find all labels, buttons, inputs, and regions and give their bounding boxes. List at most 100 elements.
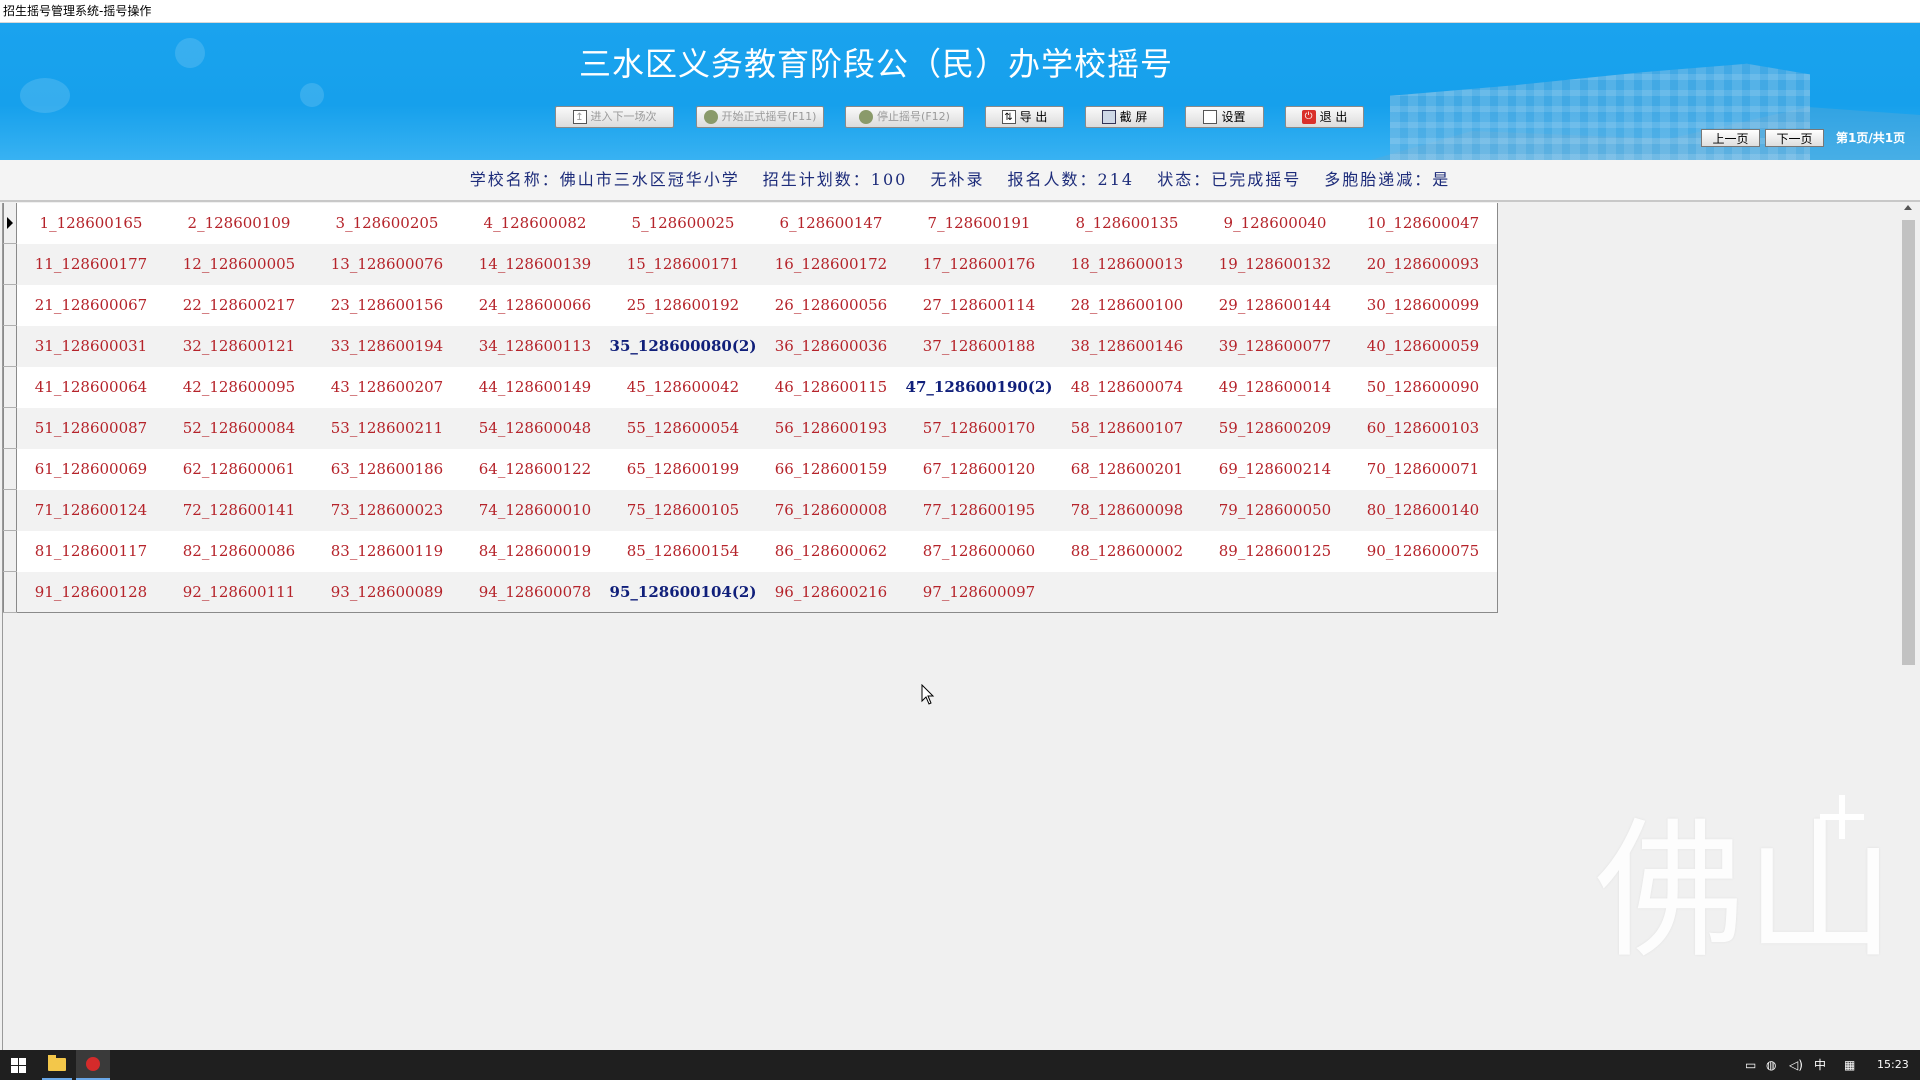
grid-cell[interactable]: 67_128600120	[905, 448, 1053, 490]
grid-cell[interactable]: 88_128600002	[1053, 530, 1201, 572]
grid-cell[interactable]: 87_128600060	[905, 530, 1053, 572]
vertical-scrollbar[interactable]	[1900, 203, 1917, 1050]
windows-start-button[interactable]	[0, 1050, 36, 1080]
row-header[interactable]	[3, 243, 17, 285]
grid-cell[interactable]	[1201, 571, 1349, 613]
grid-cell[interactable]: 16_128600172	[757, 243, 905, 285]
grid-cell[interactable]: 20_128600093	[1349, 243, 1498, 285]
grid-cell[interactable]: 39_128600077	[1201, 325, 1349, 367]
grid-cell[interactable]: 40_128600059	[1349, 325, 1498, 367]
row-header[interactable]	[3, 448, 17, 490]
grid-cell[interactable]: 58_128600107	[1053, 407, 1201, 449]
grid-cell[interactable]: 73_128600023	[313, 489, 461, 531]
grid-cell[interactable]: 17_128600176	[905, 243, 1053, 285]
grid-cell[interactable]: 53_128600211	[313, 407, 461, 449]
grid-cell[interactable]: 62_128600061	[165, 448, 313, 490]
grid-cell[interactable]: 95_128600104(2)	[609, 571, 757, 613]
grid-cell[interactable]: 92_128600111	[165, 571, 313, 613]
grid-cell[interactable]: 43_128600207	[313, 366, 461, 408]
grid-cell[interactable]: 25_128600192	[609, 284, 757, 326]
grid-cell[interactable]: 64_128600122	[461, 448, 609, 490]
table-row[interactable]: 61_128600069 62_128600061 63_128600186 64_1…	[3, 448, 1498, 490]
grid-cell[interactable]: 90_128600075	[1349, 530, 1498, 572]
table-row[interactable]: 11_128600177 12_128600005 13_128600076 14_1…	[3, 243, 1498, 285]
grid-cell[interactable]: 22_128600217	[165, 284, 313, 326]
grid-cell[interactable]: 1_128600165	[16, 203, 165, 244]
grid-cell[interactable]: 2_128600109	[165, 203, 313, 244]
table-row[interactable]: 31_128600031 32_128600121 33_128600194 34_1…	[3, 325, 1498, 367]
grid-cell[interactable]: 28_128600100	[1053, 284, 1201, 326]
grid-cell[interactable]: 27_128600114	[905, 284, 1053, 326]
row-header[interactable]	[3, 407, 17, 449]
grid-cell[interactable]: 12_128600005	[165, 243, 313, 285]
grid-cell[interactable]: 50_128600090	[1349, 366, 1498, 408]
grid-cell[interactable]: 69_128600214	[1201, 448, 1349, 490]
table-row[interactable]: 1_128600165 2_128600109 3_128600205 4_12860…	[3, 203, 1498, 244]
grid-cell[interactable]: 71_128600124	[16, 489, 165, 531]
grid-cell[interactable]: 52_128600084	[165, 407, 313, 449]
row-header[interactable]	[3, 284, 17, 326]
grid-cell[interactable]: 79_128600050	[1201, 489, 1349, 531]
table-row[interactable]: 71_128600124 72_128600141 73_128600023 74_1…	[3, 489, 1498, 531]
grid-cell[interactable]: 36_128600036	[757, 325, 905, 367]
battery-icon[interactable]: ▭	[1745, 1050, 1756, 1080]
grid-cell[interactable]: 65_128600199	[609, 448, 757, 490]
grid-cell[interactable]: 59_128600209	[1201, 407, 1349, 449]
scroll-up-icon[interactable]	[1904, 205, 1912, 210]
settings-button[interactable]: 设置	[1185, 106, 1264, 128]
grid-cell[interactable]: 83_128600119	[313, 530, 461, 572]
grid-cell[interactable]: 76_128600008	[757, 489, 905, 531]
grid-cell[interactable]: 21_128600067	[16, 284, 165, 326]
scrollbar-thumb[interactable]	[1902, 220, 1915, 665]
grid-cell[interactable]: 55_128600054	[609, 407, 757, 449]
grid-cell[interactable]	[1349, 571, 1498, 613]
grid-cell[interactable]: 97_128600097	[905, 571, 1053, 613]
grid-cell[interactable]: 68_128600201	[1053, 448, 1201, 490]
table-row[interactable]: 81_128600117 82_128600086 83_128600119 84_1…	[3, 530, 1498, 572]
grid-cell[interactable]: 23_128600156	[313, 284, 461, 326]
grid-cell[interactable]: 81_128600117	[16, 530, 165, 572]
grid-cell[interactable]: 44_128600149	[461, 366, 609, 408]
grid-cell[interactable]: 49_128600014	[1201, 366, 1349, 408]
stop-draw-button[interactable]: 停止摇号(F12)	[845, 106, 964, 128]
grid-cell[interactable]: 75_128600105	[609, 489, 757, 531]
grid-cell[interactable]: 8_128600135	[1053, 203, 1201, 244]
prev-page-button[interactable]: 上一页	[1701, 129, 1760, 147]
grid-cell[interactable]: 34_128600113	[461, 325, 609, 367]
grid-cell[interactable]: 24_128600066	[461, 284, 609, 326]
file-explorer-button[interactable]	[42, 1050, 72, 1080]
grid-cell[interactable]: 57_128600170	[905, 407, 1053, 449]
start-draw-button[interactable]: 开始正式摇号(F11)	[696, 106, 824, 128]
grid-cell[interactable]: 15_128600171	[609, 243, 757, 285]
screenshot-button[interactable]: 截 屏	[1085, 106, 1164, 128]
grid-cell[interactable]: 72_128600141	[165, 489, 313, 531]
grid-cell[interactable]: 66_128600159	[757, 448, 905, 490]
clock[interactable]: 15:23	[1877, 1050, 1909, 1080]
grid-cell[interactable]: 11_128600177	[16, 243, 165, 285]
grid-cell[interactable]: 42_128600095	[165, 366, 313, 408]
row-header[interactable]	[3, 530, 17, 572]
grid-cell[interactable]: 31_128600031	[16, 325, 165, 367]
grid-cell[interactable]: 37_128600188	[905, 325, 1053, 367]
grid-cell[interactable]: 93_128600089	[313, 571, 461, 613]
grid-cell[interactable]: 48_128600074	[1053, 366, 1201, 408]
row-header[interactable]	[3, 489, 17, 531]
grid-cell[interactable]: 60_128600103	[1349, 407, 1498, 449]
next-round-button[interactable]: ↥ 进入下一场次	[555, 106, 674, 128]
grid-cell[interactable]: 80_128600140	[1349, 489, 1498, 531]
grid-cell[interactable]: 94_128600078	[461, 571, 609, 613]
grid-cell[interactable]: 13_128600076	[313, 243, 461, 285]
grid-cell[interactable]: 70_128600071	[1349, 448, 1498, 490]
volume-icon[interactable]: ◁)	[1789, 1050, 1803, 1080]
grid-cell[interactable]: 35_128600080(2)	[609, 325, 757, 367]
grid-cell[interactable]: 82_128600086	[165, 530, 313, 572]
grid-cell[interactable]: 56_128600193	[757, 407, 905, 449]
ime-indicator[interactable]: 中	[1814, 1050, 1826, 1080]
grid-cell[interactable]: 51_128600087	[16, 407, 165, 449]
grid-cell[interactable]: 63_128600186	[313, 448, 461, 490]
grid-cell[interactable]: 86_128600062	[757, 530, 905, 572]
grid-cell[interactable]: 7_128600191	[905, 203, 1053, 244]
lottery-app-taskbar-button[interactable]	[76, 1050, 110, 1080]
grid-cell[interactable]: 5_128600025	[609, 203, 757, 244]
grid-cell[interactable]: 74_128600010	[461, 489, 609, 531]
